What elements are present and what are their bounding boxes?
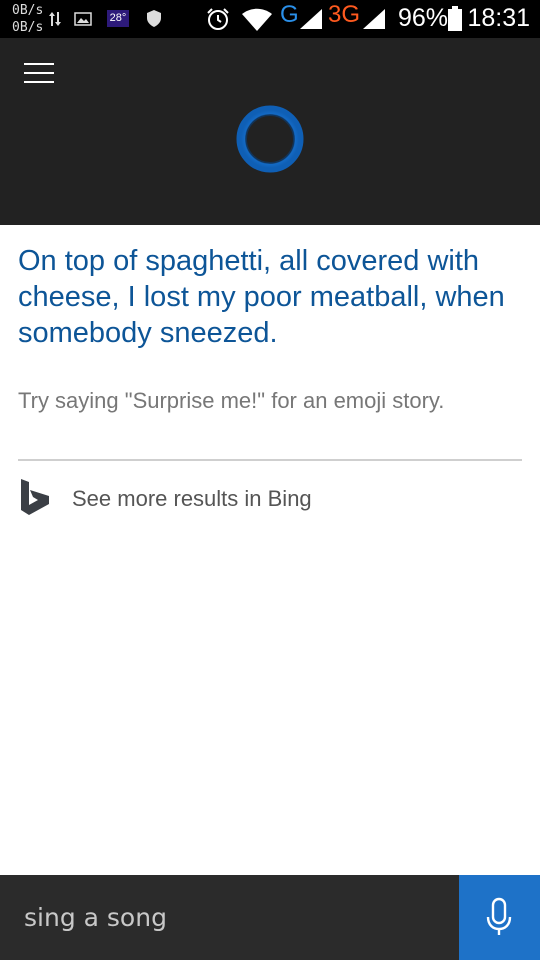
temperature-badge: 28° bbox=[107, 10, 129, 27]
clock: 18:31 bbox=[467, 4, 530, 32]
network-speed: 0B/s 0B/s bbox=[12, 3, 44, 35]
battery-icon bbox=[448, 6, 462, 31]
network-3g-label: 3G bbox=[328, 1, 361, 28]
app-header bbox=[0, 38, 540, 225]
data-arrows-icon bbox=[49, 12, 61, 26]
microphone-icon bbox=[486, 897, 512, 935]
signal-icon bbox=[300, 9, 322, 29]
bing-results-label: See more results in Bing bbox=[72, 486, 312, 511]
network-g-label: G bbox=[280, 1, 299, 28]
image-icon bbox=[74, 12, 92, 26]
alarm-icon bbox=[207, 8, 229, 30]
query-bar bbox=[0, 875, 540, 960]
shield-icon bbox=[147, 10, 161, 27]
bing-logo-icon bbox=[21, 479, 49, 515]
cortana-ring-icon[interactable] bbox=[235, 104, 305, 174]
hamburger-icon[interactable] bbox=[24, 63, 54, 83]
query-input[interactable] bbox=[0, 875, 459, 960]
assistant-answer: On top of spaghetti, all covered with ch… bbox=[18, 245, 505, 349]
microphone-button[interactable] bbox=[459, 875, 540, 960]
status-bar: 0B/s 0B/s 28° G 3G 96% 18:31 bbox=[0, 0, 540, 38]
divider bbox=[18, 459, 522, 461]
signal-icon bbox=[363, 9, 385, 29]
wifi-icon bbox=[242, 8, 272, 31]
suggestion-hint: Try saying "Surprise me!" for an emoji s… bbox=[18, 388, 445, 413]
bing-results-link[interactable]: See more results in Bing bbox=[18, 477, 522, 519]
battery-percent: 96% bbox=[398, 4, 449, 32]
